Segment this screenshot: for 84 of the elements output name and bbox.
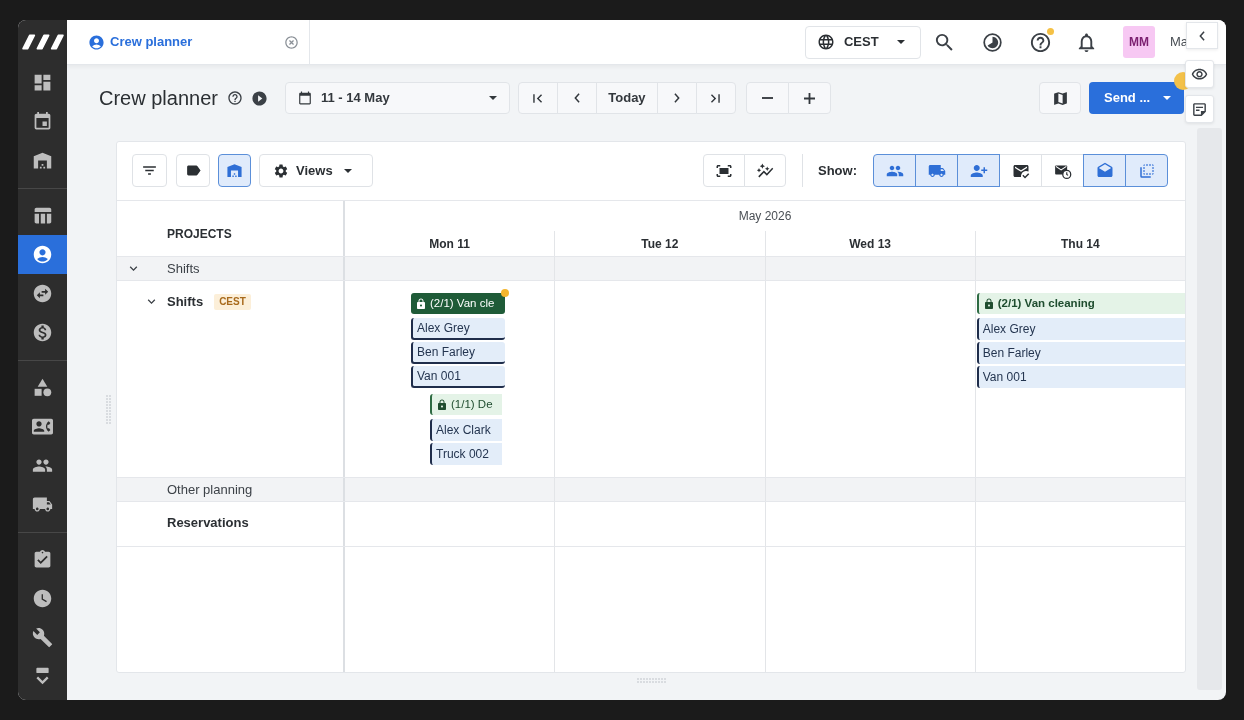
- resource-item[interactable]: Alex Clark: [430, 419, 502, 441]
- caret-icon: [1163, 96, 1171, 100]
- help-icon[interactable]: [226, 90, 243, 106]
- calendar-icon: [32, 111, 53, 132]
- sidebar-item[interactable]: [18, 235, 67, 274]
- avatar[interactable]: MM: [1122, 26, 1155, 58]
- map-icon: [1051, 89, 1069, 107]
- wrench-icon: [32, 627, 53, 648]
- month-label: May 2026: [738, 208, 792, 225]
- day-heading: Mon 11: [429, 235, 470, 253]
- map-button[interactable]: [1039, 82, 1081, 114]
- chevron-left-icon: [1199, 30, 1205, 41]
- globe-icon: [816, 33, 835, 51]
- first-page-button[interactable]: [517, 82, 558, 114]
- contrast-icon: [982, 31, 1004, 53]
- open-envelope-icon: [1095, 161, 1114, 180]
- show-toggle[interactable]: [957, 154, 1000, 187]
- preview-button[interactable]: [1185, 60, 1214, 88]
- row-label: Other planning: [167, 481, 253, 498]
- day-heading: Tue 12: [641, 235, 679, 253]
- caret-icon: [896, 40, 905, 44]
- warehouse-icon: [226, 162, 243, 179]
- today-button[interactable]: Today: [595, 82, 658, 114]
- help-icon: [1029, 30, 1053, 54]
- warehouse-icon: [32, 150, 53, 171]
- clock-icon: [32, 588, 53, 609]
- resource-item[interactable]: Van 001: [976, 366, 1185, 388]
- booking-header[interactable]: (2/1) Van cleaning: [976, 293, 1185, 314]
- resource-item[interactable]: Ben Farley: [411, 342, 505, 364]
- clipboard-check-icon: [32, 549, 53, 570]
- date-range-picker[interactable]: 11 - 14 May: [284, 82, 510, 114]
- show-toggle[interactable]: [1083, 154, 1126, 187]
- day-heading: Wed 13: [849, 235, 891, 253]
- drag-handle-icon[interactable]: [106, 395, 111, 424]
- page-title: Crew planner: [99, 88, 218, 108]
- shapes-icon: [32, 377, 53, 398]
- resource-item[interactable]: Alex Grey: [976, 318, 1185, 340]
- chevron-right-icon: [673, 93, 680, 103]
- tab[interactable]: Crew planner: [67, 20, 310, 64]
- timezone-select[interactable]: CEST: [804, 25, 921, 59]
- resource-item[interactable]: Alex Grey: [411, 318, 505, 340]
- gear-icon: [273, 162, 289, 179]
- column-heading: PROJECTS: [167, 227, 232, 241]
- stacked-squares-icon: [1137, 161, 1156, 180]
- caret-icon: [344, 168, 352, 173]
- show-toggle[interactable]: [873, 154, 916, 187]
- show-toggle[interactable]: [915, 154, 958, 187]
- resource-item[interactable]: Truck 002: [430, 443, 502, 465]
- contact-card-icon: [32, 416, 53, 437]
- warehouse-button[interactable]: [218, 154, 251, 187]
- last-page-button[interactable]: [695, 82, 736, 114]
- calendar-icon: [297, 91, 312, 105]
- table-icon: [32, 205, 53, 226]
- filter-button[interactable]: [132, 154, 167, 187]
- dashboard-icon: [32, 72, 53, 93]
- trend-chart-icon: [756, 161, 774, 180]
- chevron-left-icon: [573, 93, 580, 103]
- minus-icon: [761, 97, 773, 99]
- resource-item[interactable]: Van 001: [411, 366, 505, 388]
- row-label: Shifts: [167, 260, 200, 277]
- close-icon[interactable]: [284, 34, 299, 50]
- notes-button[interactable]: [1185, 95, 1214, 123]
- trend-button[interactable]: [744, 154, 786, 187]
- caret-icon: [488, 96, 497, 100]
- timezone-badge: CEST: [214, 294, 251, 310]
- play-icon[interactable]: [250, 89, 268, 107]
- row-label: Reservations: [167, 515, 249, 531]
- plus-icon: [803, 92, 815, 104]
- day-heading: Thu 14: [1061, 235, 1100, 253]
- show-toggle[interactable]: [1125, 154, 1168, 187]
- sticky-note-icon: [1191, 100, 1208, 118]
- fit-screen-button[interactable]: [703, 154, 745, 187]
- resource-item[interactable]: Ben Farley: [976, 342, 1185, 364]
- views-dropdown[interactable]: Views: [259, 154, 373, 187]
- booking-header[interactable]: (1/1) De: [430, 394, 502, 415]
- row-label: Shifts: [167, 294, 204, 310]
- tag-button[interactable]: [176, 154, 210, 187]
- zoom-in-button[interactable]: [787, 82, 831, 114]
- collapse-panel-button[interactable]: [1186, 22, 1218, 49]
- swap-icon: [32, 283, 53, 304]
- show-label: Show:: [818, 161, 857, 180]
- dollar-icon: [32, 322, 53, 343]
- logo-icon[interactable]: [21, 33, 64, 50]
- resize-handle-icon[interactable]: [636, 678, 666, 683]
